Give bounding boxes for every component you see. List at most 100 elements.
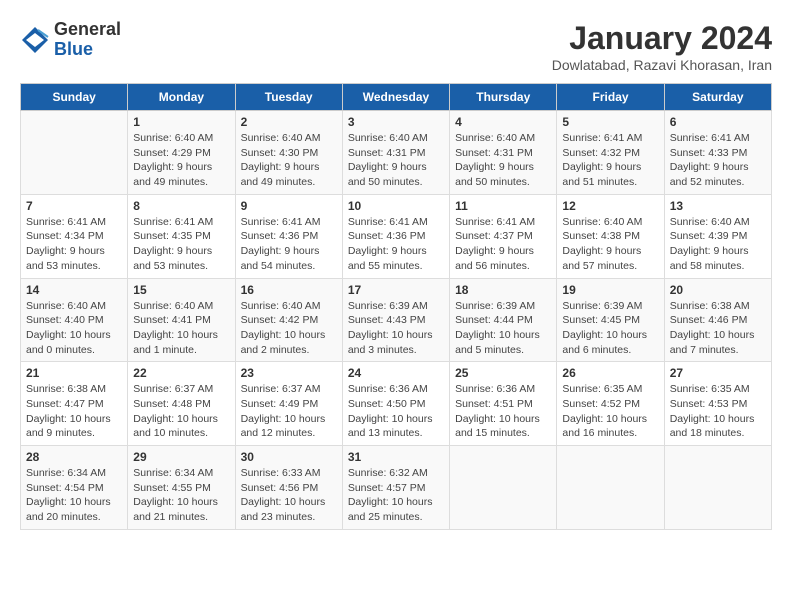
day-number: 30 — [241, 450, 337, 464]
weekday-header: Saturday — [664, 84, 771, 111]
calendar-cell: 1 Sunrise: 6:40 AMSunset: 4:29 PMDaylight… — [128, 111, 235, 195]
day-info: Sunrise: 6:39 AMSunset: 4:43 PMDaylight:… — [348, 299, 444, 358]
day-info: Sunrise: 6:34 AMSunset: 4:54 PMDaylight:… — [26, 466, 122, 525]
calendar-cell: 11 Sunrise: 6:41 AMSunset: 4:37 PMDayligh… — [450, 194, 557, 278]
day-info: Sunrise: 6:41 AMSunset: 4:36 PMDaylight:… — [241, 215, 337, 274]
weekday-header-row: SundayMondayTuesdayWednesdayThursdayFrid… — [21, 84, 772, 111]
calendar-cell — [664, 446, 771, 530]
day-info: Sunrise: 6:40 AMSunset: 4:38 PMDaylight:… — [562, 215, 658, 274]
day-info: Sunrise: 6:35 AMSunset: 4:53 PMDaylight:… — [670, 382, 766, 441]
calendar-cell: 12 Sunrise: 6:40 AMSunset: 4:38 PMDayligh… — [557, 194, 664, 278]
weekday-header: Wednesday — [342, 84, 449, 111]
day-number: 26 — [562, 366, 658, 380]
calendar-cell: 29Sunrise: 6:34 AMSunset: 4:55 PMDayligh… — [128, 446, 235, 530]
calendar-cell: 21 Sunrise: 6:38 AMSunset: 4:47 PMDayligh… — [21, 362, 128, 446]
calendar-cell: 31 Sunrise: 6:32 AMSunset: 4:57 PMDayligh… — [342, 446, 449, 530]
logo-general: General — [54, 20, 121, 40]
day-info: Sunrise: 6:40 AMSunset: 4:31 PMDaylight:… — [348, 131, 444, 190]
calendar-cell — [21, 111, 128, 195]
day-info: Sunrise: 6:41 AMSunset: 4:34 PMDaylight:… — [26, 215, 122, 274]
calendar-cell: 13 Sunrise: 6:40 AMSunset: 4:39 PMDayligh… — [664, 194, 771, 278]
calendar-cell: 30Sunrise: 6:33 AMSunset: 4:56 PMDayligh… — [235, 446, 342, 530]
day-info: Sunrise: 6:40 AMSunset: 4:41 PMDaylight:… — [133, 299, 229, 358]
day-info: Sunrise: 6:41 AMSunset: 4:32 PMDaylight:… — [562, 131, 658, 190]
day-number: 3 — [348, 115, 444, 129]
day-info: Sunrise: 6:39 AMSunset: 4:44 PMDaylight:… — [455, 299, 551, 358]
day-number: 5 — [562, 115, 658, 129]
day-number: 22 — [133, 366, 229, 380]
day-info: Sunrise: 6:39 AMSunset: 4:45 PMDaylight:… — [562, 299, 658, 358]
calendar-cell: 22 Sunrise: 6:37 AMSunset: 4:48 PMDayligh… — [128, 362, 235, 446]
calendar-cell: 23 Sunrise: 6:37 AMSunset: 4:49 PMDayligh… — [235, 362, 342, 446]
day-number: 20 — [670, 283, 766, 297]
day-number: 13 — [670, 199, 766, 213]
calendar-cell: 3 Sunrise: 6:40 AMSunset: 4:31 PMDaylight… — [342, 111, 449, 195]
weekday-header: Tuesday — [235, 84, 342, 111]
day-info: Sunrise: 6:37 AMSunset: 4:49 PMDaylight:… — [241, 382, 337, 441]
day-info: Sunrise: 6:40 AMSunset: 4:30 PMDaylight:… — [241, 131, 337, 190]
day-number: 16 — [241, 283, 337, 297]
day-info: Sunrise: 6:36 AMSunset: 4:50 PMDaylight:… — [348, 382, 444, 441]
calendar-table: SundayMondayTuesdayWednesdayThursdayFrid… — [20, 83, 772, 530]
day-info: Sunrise: 6:41 AMSunset: 4:37 PMDaylight:… — [455, 215, 551, 274]
day-number: 4 — [455, 115, 551, 129]
day-info: Sunrise: 6:41 AMSunset: 4:36 PMDaylight:… — [348, 215, 444, 274]
calendar-cell: 10 Sunrise: 6:41 AMSunset: 4:36 PMDayligh… — [342, 194, 449, 278]
day-info: Sunrise: 6:40 AMSunset: 4:40 PMDaylight:… — [26, 299, 122, 358]
calendar-subtitle: Dowlatabad, Razavi Khorasan, Iran — [552, 57, 772, 73]
day-number: 29 — [133, 450, 229, 464]
calendar-cell: 25Sunrise: 6:36 AMSunset: 4:51 PMDayligh… — [450, 362, 557, 446]
day-number: 25 — [455, 366, 551, 380]
day-info: Sunrise: 6:38 AMSunset: 4:47 PMDaylight:… — [26, 382, 122, 441]
day-info: Sunrise: 6:40 AMSunset: 4:29 PMDaylight:… — [133, 131, 229, 190]
logo-blue: Blue — [54, 40, 121, 60]
calendar-cell: 5 Sunrise: 6:41 AMSunset: 4:32 PMDaylight… — [557, 111, 664, 195]
calendar-week-row: 7 Sunrise: 6:41 AMSunset: 4:34 PMDaylight… — [21, 194, 772, 278]
logo: General Blue — [20, 20, 121, 60]
day-number: 7 — [26, 199, 122, 213]
day-number: 10 — [348, 199, 444, 213]
calendar-title: January 2024 — [552, 20, 772, 57]
day-number: 23 — [241, 366, 337, 380]
day-number: 8 — [133, 199, 229, 213]
calendar-cell: 7 Sunrise: 6:41 AMSunset: 4:34 PMDaylight… — [21, 194, 128, 278]
day-number: 2 — [241, 115, 337, 129]
day-number: 27 — [670, 366, 766, 380]
day-number: 21 — [26, 366, 122, 380]
day-number: 19 — [562, 283, 658, 297]
calendar-cell: 9Sunrise: 6:41 AMSunset: 4:36 PMDaylight… — [235, 194, 342, 278]
day-number: 12 — [562, 199, 658, 213]
day-number: 1 — [133, 115, 229, 129]
day-number: 17 — [348, 283, 444, 297]
day-info: Sunrise: 6:41 AMSunset: 4:33 PMDaylight:… — [670, 131, 766, 190]
calendar-week-row: 14Sunrise: 6:40 AMSunset: 4:40 PMDayligh… — [21, 278, 772, 362]
logo-icon — [20, 25, 50, 55]
day-number: 24 — [348, 366, 444, 380]
calendar-cell: 14Sunrise: 6:40 AMSunset: 4:40 PMDayligh… — [21, 278, 128, 362]
day-info: Sunrise: 6:40 AMSunset: 4:39 PMDaylight:… — [670, 215, 766, 274]
day-number: 18 — [455, 283, 551, 297]
calendar-cell: 27 Sunrise: 6:35 AMSunset: 4:53 PMDayligh… — [664, 362, 771, 446]
calendar-cell — [450, 446, 557, 530]
page-header: General Blue January 2024 Dowlatabad, Ra… — [20, 20, 772, 73]
day-number: 11 — [455, 199, 551, 213]
weekday-header: Monday — [128, 84, 235, 111]
day-info: Sunrise: 6:38 AMSunset: 4:46 PMDaylight:… — [670, 299, 766, 358]
weekday-header: Friday — [557, 84, 664, 111]
calendar-cell: 24 Sunrise: 6:36 AMSunset: 4:50 PMDayligh… — [342, 362, 449, 446]
calendar-cell: 17 Sunrise: 6:39 AMSunset: 4:43 PMDayligh… — [342, 278, 449, 362]
day-info: Sunrise: 6:37 AMSunset: 4:48 PMDaylight:… — [133, 382, 229, 441]
day-number: 28 — [26, 450, 122, 464]
weekday-header: Thursday — [450, 84, 557, 111]
calendar-cell — [557, 446, 664, 530]
day-number: 31 — [348, 450, 444, 464]
calendar-cell: 6Sunrise: 6:41 AMSunset: 4:33 PMDaylight… — [664, 111, 771, 195]
calendar-cell: 8Sunrise: 6:41 AMSunset: 4:35 PMDaylight… — [128, 194, 235, 278]
calendar-cell: 16Sunrise: 6:40 AMSunset: 4:42 PMDayligh… — [235, 278, 342, 362]
day-info: Sunrise: 6:32 AMSunset: 4:57 PMDaylight:… — [348, 466, 444, 525]
calendar-cell: 20 Sunrise: 6:38 AMSunset: 4:46 PMDayligh… — [664, 278, 771, 362]
weekday-header: Sunday — [21, 84, 128, 111]
calendar-cell: 4 Sunrise: 6:40 AMSunset: 4:31 PMDaylight… — [450, 111, 557, 195]
day-info: Sunrise: 6:40 AMSunset: 4:31 PMDaylight:… — [455, 131, 551, 190]
calendar-week-row: 21 Sunrise: 6:38 AMSunset: 4:47 PMDayligh… — [21, 362, 772, 446]
